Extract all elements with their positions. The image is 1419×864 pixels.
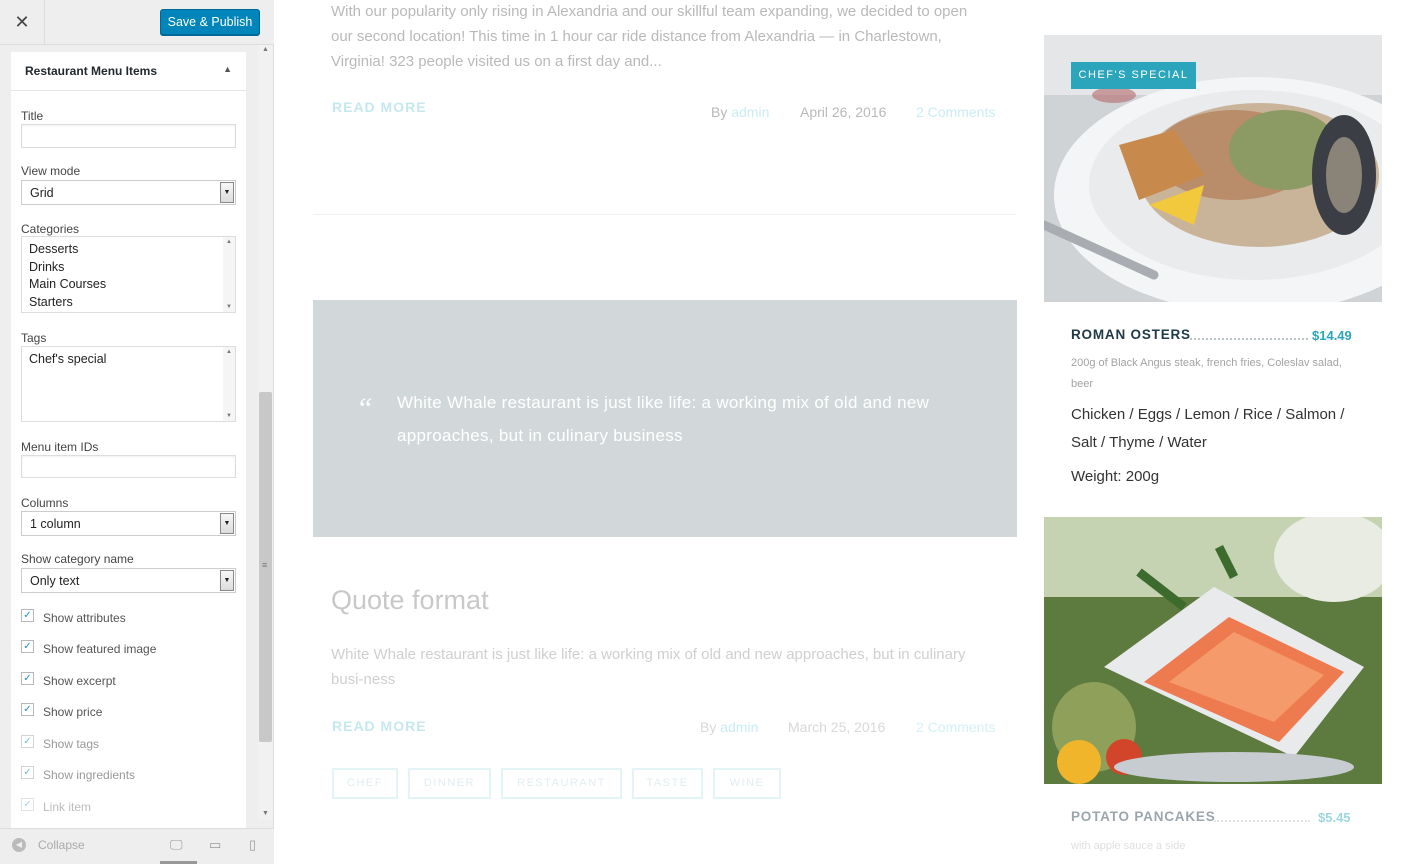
checkbox[interactable]: ✓	[21, 798, 34, 811]
tablet-icon[interactable]: ▭	[209, 837, 221, 853]
tag-chip[interactable]: CHEF	[332, 768, 398, 799]
listbox-scrollbar[interactable]: ▲ ▼	[223, 237, 235, 312]
section-title: Restaurant Menu Items	[25, 64, 158, 78]
post-meta: By admin	[711, 104, 769, 120]
read-more-link[interactable]: READ MORE	[332, 99, 427, 115]
customizer-sidebar: ✕ Save & Publish ▲ ▼ ≡ Restaurant Menu I…	[0, 0, 274, 864]
chevron-down-icon[interactable]: ▼	[220, 182, 234, 203]
desktop-icon[interactable]: 🖵	[170, 837, 183, 853]
mobile-icon[interactable]: ▯	[249, 837, 256, 853]
show-category-select[interactable]: Only text ▼	[21, 568, 236, 593]
quote-icon: “	[356, 392, 373, 425]
checkbox[interactable]: ✓	[21, 609, 34, 622]
categories-listbox[interactable]: Desserts Drinks Main Courses Starters ▲ ▼	[21, 236, 236, 313]
columns-label: Columns	[21, 496, 69, 510]
tag-chip[interactable]: DINNER	[408, 768, 491, 799]
scroll-up-icon[interactable]: ▲	[262, 46, 269, 53]
collapse-button[interactable]: Collapse	[38, 838, 85, 852]
categories-label: Categories	[21, 222, 80, 236]
post-date: March 25, 2016	[788, 719, 886, 735]
view-mode-select[interactable]: Grid ▼	[21, 180, 236, 205]
tag-chip[interactable]: RESTAURANT	[501, 768, 622, 799]
close-icon[interactable]: ✕	[0, 0, 45, 45]
columns-value: 1 column	[30, 517, 81, 531]
menu-ids-input[interactable]	[21, 455, 236, 478]
customizer-header: ✕ Save & Publish	[0, 0, 274, 45]
listbox-scrollbar[interactable]: ▲ ▼	[223, 347, 235, 421]
chevron-down-icon[interactable]: ▼	[220, 570, 234, 591]
tags-listbox[interactable]: Chef's special ▲ ▼	[21, 346, 236, 422]
category-option[interactable]: Main Courses	[22, 276, 235, 294]
dish-name[interactable]: ROMAN OSTERS	[1071, 327, 1191, 342]
chefs-special-badge: CHEF'S SPECIAL	[1071, 62, 1196, 89]
chevron-down-icon[interactable]: ▼	[220, 513, 234, 534]
tag-option[interactable]: Chef's special	[22, 351, 235, 369]
comments-link[interactable]: 2 Comments	[916, 719, 995, 735]
title-input[interactable]	[21, 124, 236, 148]
divider	[313, 214, 1016, 215]
read-more-link[interactable]: READ MORE	[332, 718, 427, 734]
section-header[interactable]: Restaurant Menu Items ▲	[11, 52, 246, 91]
scroll-grip-icon: ≡	[262, 560, 268, 570]
post-excerpt: White Whale restaurant is just like life…	[331, 646, 966, 688]
dish-weight: Weight: 200g	[1071, 468, 1160, 485]
comments-link[interactable]: 2 Comments	[916, 104, 995, 120]
post-meta: By admin	[700, 719, 758, 735]
checkbox[interactable]: ✓	[21, 672, 34, 685]
menu-ids-label: Menu item IDs	[21, 440, 99, 454]
tags-label: Tags	[21, 331, 47, 345]
post-author-link[interactable]: admin	[731, 104, 769, 120]
post-by: By	[711, 104, 728, 120]
view-mode-label: View mode	[21, 164, 81, 178]
post-excerpt: With our popularity only rising in Alexa…	[331, 3, 968, 70]
quote-text: White Whale restaurant is just like life…	[397, 393, 930, 445]
checkbox[interactable]: ✓	[21, 766, 34, 779]
price-leader	[1214, 820, 1310, 822]
tag-chip[interactable]: TASTE	[632, 768, 703, 799]
customizer-footer: ◀ Collapse 🖵 ▭ ▯	[0, 828, 274, 864]
post-title[interactable]: Quote format	[331, 585, 489, 616]
tag-chip[interactable]: WINE	[713, 768, 781, 799]
dish-price: $5.45	[1318, 810, 1351, 825]
caret-up-icon[interactable]: ▲	[223, 64, 232, 74]
category-option[interactable]: Starters	[22, 294, 235, 312]
show-category-label: Show category name	[21, 552, 134, 566]
collapse-icon[interactable]: ◀	[12, 838, 26, 852]
checkbox[interactable]: ✓	[21, 640, 34, 653]
post-date: April 26, 2016	[800, 104, 887, 120]
view-mode-value: Grid	[30, 186, 54, 200]
category-option[interactable]: Desserts	[22, 241, 235, 259]
dish-description: with apple sauce a side	[1071, 840, 1186, 852]
title-label: Title	[21, 109, 44, 123]
scroll-down-icon[interactable]: ▼	[262, 810, 269, 817]
save-publish-button[interactable]: Save & Publish	[160, 9, 260, 35]
show-category-value: Only text	[30, 574, 80, 588]
dish-description: 200g of Black Angus steak, french fries,…	[1071, 357, 1342, 390]
dish-image-salmon[interactable]	[1044, 517, 1382, 784]
post-author-link[interactable]: admin	[720, 719, 758, 735]
checkbox[interactable]: ✓	[21, 703, 34, 716]
checkbox[interactable]: ✓	[21, 735, 34, 748]
dish-name[interactable]: POTATO PANCAKES	[1071, 809, 1216, 824]
post-by: By	[700, 719, 717, 735]
columns-select[interactable]: 1 column ▼	[21, 511, 236, 536]
price-leader	[1190, 338, 1308, 340]
dish-ingredients: Chicken / Eggs / Lemon / Rice / Salmon /…	[1071, 406, 1345, 451]
category-option[interactable]: Drinks	[22, 259, 235, 277]
dish-price: $14.49	[1312, 328, 1352, 343]
